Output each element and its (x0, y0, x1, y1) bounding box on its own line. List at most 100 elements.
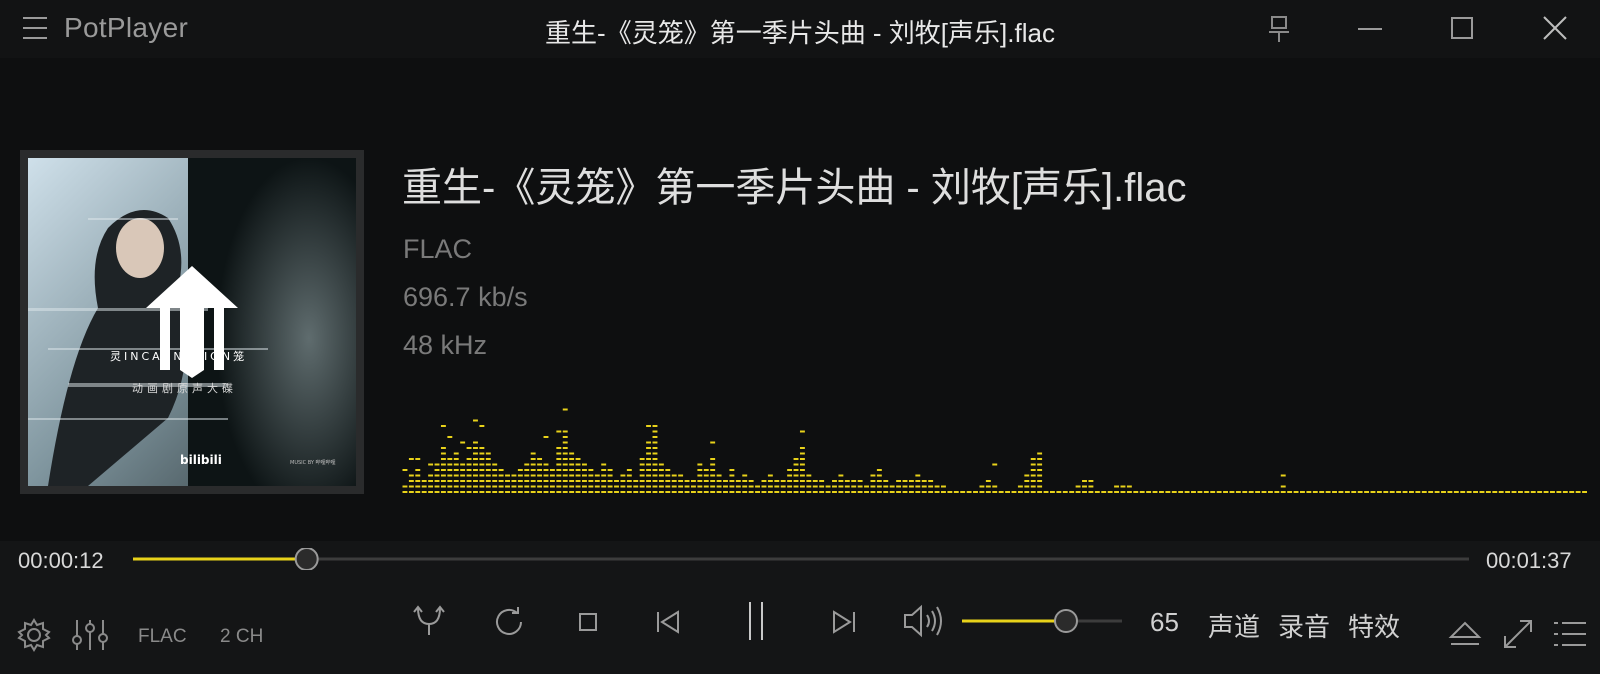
minimize-icon[interactable] (1350, 10, 1390, 48)
spectrum-bar (646, 425, 652, 493)
spectrum-bar (453, 452, 459, 493)
spectrum-bar (1203, 491, 1209, 493)
spectrum-bar (1171, 491, 1177, 493)
spectrum-bar (774, 480, 780, 493)
close-icon[interactable] (1535, 10, 1575, 48)
spectrum-bar (1402, 491, 1408, 493)
audio-channel-button[interactable]: 声道 (1208, 607, 1260, 644)
spectrum-bar (524, 463, 530, 493)
fullscreen-icon[interactable] (1500, 616, 1536, 657)
spectrum-bar (658, 463, 664, 493)
spectrum-bar (799, 430, 805, 493)
spectrum-bar (1460, 491, 1466, 493)
next-icon[interactable] (830, 608, 858, 641)
playlist-icon[interactable] (1552, 617, 1588, 656)
spectrum-bar (1043, 491, 1049, 493)
spectrum-bar (1389, 491, 1395, 493)
spectrum-bar (562, 408, 568, 493)
settings-icon[interactable] (16, 617, 52, 658)
spectrum-bar (780, 480, 786, 493)
effects-button[interactable]: 特效 (1348, 607, 1400, 644)
spectrum-bar (729, 469, 735, 493)
spectrum-bar (979, 485, 985, 493)
spectrum-bar (1197, 491, 1203, 493)
shuffle-icon[interactable] (412, 604, 446, 643)
spectrum-bar (1569, 491, 1575, 493)
spectrum-bar (1408, 491, 1414, 493)
spectrum-bar (889, 485, 895, 493)
menu-icon[interactable] (22, 14, 48, 42)
spectrum-bar (1139, 491, 1145, 493)
spectrum-bar (1300, 491, 1305, 493)
spectrum-peak (799, 430, 805, 433)
maximize-icon[interactable] (1442, 10, 1482, 48)
spectrum-bar (985, 480, 991, 493)
previous-icon[interactable] (654, 608, 682, 641)
track-title: 重生-《灵笼》第一季片头曲 - 刘牧[声乐].flac (402, 166, 1187, 210)
seek-thumb[interactable] (294, 548, 319, 570)
spectrum-peak (543, 436, 549, 438)
spectrum-bar (941, 485, 946, 493)
spectrum-peak (710, 441, 716, 444)
seek-bar[interactable] (133, 548, 1469, 570)
spectrum-bar (447, 436, 453, 493)
spectrum-bar (921, 480, 927, 493)
spectrum-bar (1261, 491, 1267, 493)
spectrum-bar (1338, 491, 1344, 493)
spectrum-bar (1114, 485, 1120, 493)
spectrum-bar (1543, 491, 1549, 493)
spectrum-bar (819, 480, 825, 493)
spectrum-bar (1223, 491, 1228, 493)
spectrum-bar (876, 469, 882, 493)
spectrum-bar (1184, 491, 1190, 493)
stop-icon[interactable] (578, 612, 598, 637)
spectrum-bar (793, 458, 799, 493)
spectrum-bar (1306, 491, 1312, 493)
spectrum-bar (402, 469, 408, 493)
spectrum-bar (537, 458, 543, 493)
spectrum-bar (748, 480, 754, 493)
spectrum-bar (851, 480, 857, 493)
spectrum-bar (832, 480, 837, 493)
spectrum-bar (1357, 491, 1363, 493)
spectrum-bar (1325, 491, 1331, 493)
spectrum-bar (1428, 491, 1434, 493)
spectrum-bar (1344, 491, 1350, 493)
spectrum-bar (928, 480, 934, 493)
spectrum-bar (844, 480, 850, 493)
pin-icon[interactable] (1259, 10, 1299, 48)
spectrum-bar (787, 469, 793, 493)
spectrum-bar (915, 474, 921, 493)
spectrum-bar (896, 480, 902, 493)
spectrum-bar (601, 463, 607, 493)
spectrum-bar (947, 491, 953, 493)
spectrum-bar (710, 441, 716, 493)
spectrum-bar (1056, 491, 1062, 493)
spectrum-bar (1479, 491, 1485, 493)
spectrum-bar (582, 463, 587, 493)
spectrum-bar (460, 441, 466, 493)
spectrum-bar (953, 491, 959, 493)
volume-slider[interactable] (962, 609, 1122, 633)
spectrum-bar (838, 474, 844, 493)
equalizer-icon[interactable] (70, 617, 110, 658)
repeat-icon[interactable] (492, 604, 526, 643)
app-name: PotPlayer (64, 12, 189, 43)
volume-icon[interactable] (902, 602, 946, 645)
spectrum-peak (408, 458, 414, 460)
spectrum-bar (575, 458, 581, 493)
record-button[interactable]: 录音 (1278, 607, 1330, 644)
spectrum-bar (543, 436, 549, 493)
volume-thumb[interactable] (1054, 609, 1078, 633)
spectrum-bar (1126, 485, 1132, 493)
spectrum-bar (1396, 491, 1402, 493)
eject-icon[interactable] (1448, 617, 1482, 656)
spectrum-bar (671, 474, 677, 493)
spectrum-bar (1107, 491, 1113, 493)
current-time: 00:00:12 (18, 548, 104, 573)
spectrum-bar (1524, 491, 1530, 493)
spectrum-bar (1582, 491, 1587, 493)
album-line-bottom: 动画剧原声大碟 (132, 381, 237, 395)
pause-icon[interactable] (744, 600, 768, 647)
spectrum-bar (1505, 491, 1511, 493)
